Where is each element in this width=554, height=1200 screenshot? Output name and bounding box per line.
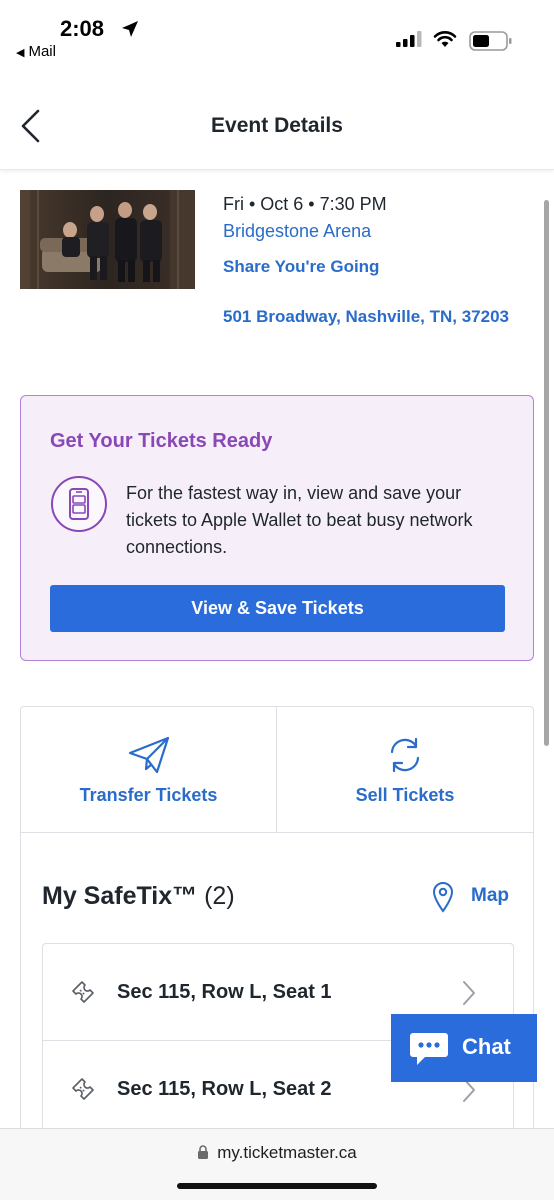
location-arrow-icon (122, 21, 138, 37)
map-pin-icon (432, 882, 454, 913)
address-link[interactable]: 501 Broadway, Nashville, TN, 37203 (223, 302, 513, 331)
promo-text: For the fastest way in, view and save yo… (126, 483, 473, 557)
lock-icon (198, 1145, 209, 1159)
divider (21, 832, 533, 833)
safetix-title: My SafeTix™ (42, 882, 198, 910)
event-image (20, 190, 195, 289)
map-label: Map (471, 885, 509, 906)
chat-bubble-icon (410, 1033, 448, 1065)
transfer-tickets-label: Transfer Tickets (79, 785, 218, 805)
page-title: Event Details (211, 114, 343, 137)
browser-url-bar[interactable]: my.ticketmaster.ca (0, 1128, 554, 1200)
phone-ticket-icon (51, 476, 107, 532)
venue-link[interactable]: Bridgestone Arena (223, 221, 371, 242)
sell-tickets-button[interactable]: Sell Tickets (277, 707, 533, 832)
ticket-actions-panel: Transfer Tickets Sell Tickets My SafeTix… (20, 706, 534, 1200)
wifi-icon (433, 31, 457, 47)
ticket-icon (72, 981, 94, 1003)
event-date: Fri • Oct 6 • 7:30 PM (223, 194, 387, 214)
status-time: 2:08 (60, 16, 105, 41)
chevron-right-icon (463, 981, 475, 1005)
safetix-heading: My SafeTix™ (2) (42, 882, 235, 911)
seat-label: Sec 115, Row L, Seat 2 (117, 1078, 332, 1100)
ticket-icon (72, 1078, 94, 1100)
scrollbar[interactable] (544, 200, 549, 746)
back-app-label: Mail (28, 43, 56, 60)
chat-label: Chat (462, 1034, 511, 1059)
chat-button[interactable]: Chat (391, 1014, 537, 1082)
map-link[interactable]: Map (431, 879, 531, 915)
seat-label: Sec 115, Row L, Seat 1 (117, 981, 332, 1003)
battery-icon (469, 31, 512, 51)
home-indicator (177, 1183, 377, 1189)
transfer-tickets-button[interactable]: Transfer Tickets (21, 707, 277, 832)
sync-arrows-icon (390, 737, 420, 773)
share-link[interactable]: Share You're Going (223, 257, 379, 277)
wallet-promo-card: Get Your Tickets Ready For the fastest w… (20, 395, 534, 661)
ticket-count: (2) (204, 882, 235, 910)
view-save-tickets-button[interactable]: View & Save Tickets (50, 585, 505, 632)
nav-bar: Event Details (0, 84, 554, 170)
back-to-app-link[interactable]: ◀ Mail (16, 43, 56, 60)
cellular-signal-icon (396, 31, 422, 47)
sell-tickets-label: Sell Tickets (355, 785, 455, 805)
paper-plane-icon (128, 736, 169, 774)
back-triangle-icon: ◀ (16, 47, 25, 59)
promo-title: Get Your Tickets Ready (50, 430, 273, 452)
url-text: my.ticketmaster.ca (217, 1143, 357, 1162)
status-bar: 2:08 ◀ Mail (0, 0, 554, 72)
